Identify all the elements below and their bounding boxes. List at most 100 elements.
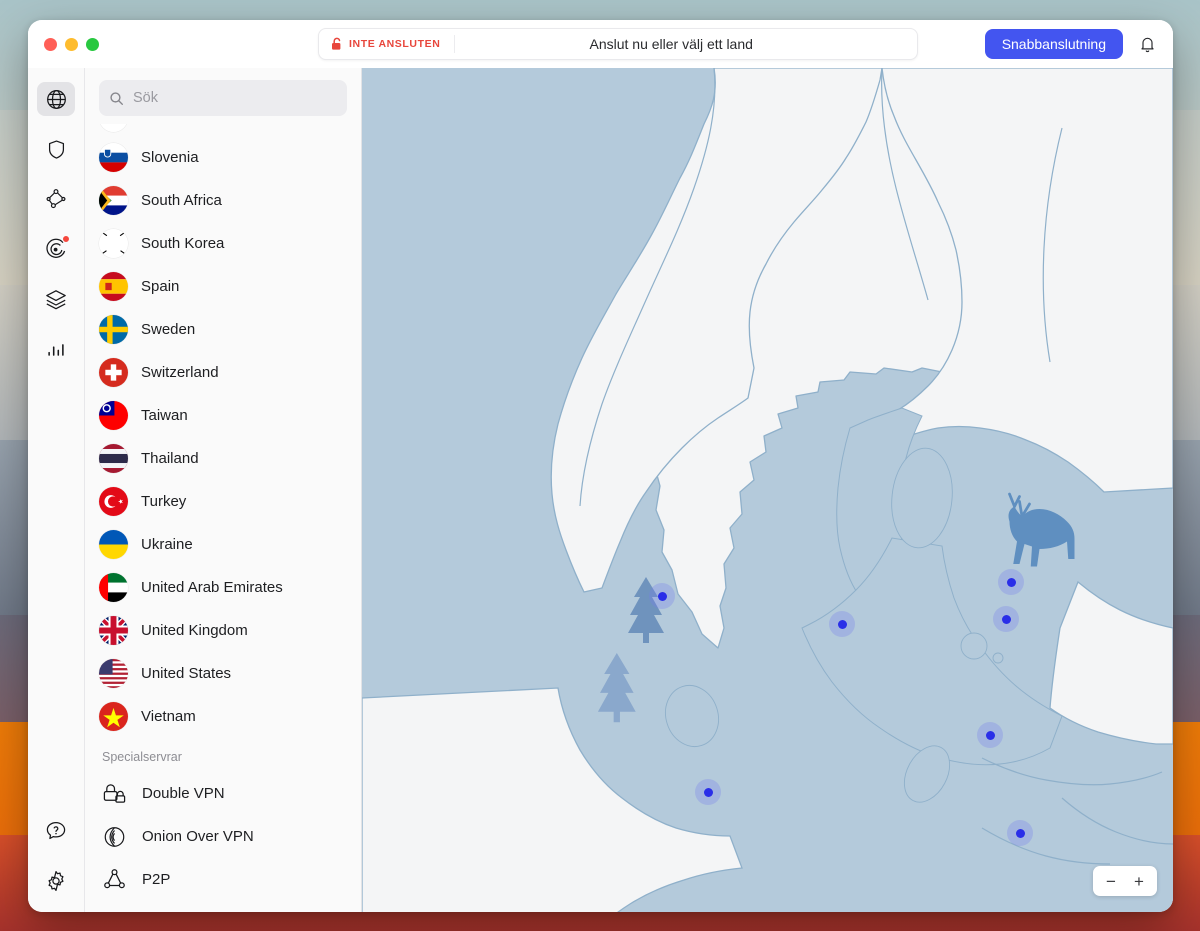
special-server-label: Onion Over VPN: [142, 828, 254, 845]
country-row-gb[interactable]: United Kingdom: [99, 609, 361, 652]
help-icon: [44, 819, 68, 843]
country-rows: Slovenia South Africa South Korea Spain Swed…: [99, 136, 361, 738]
sidebar: Slovenia South Africa South Korea Spain Swed…: [85, 68, 362, 912]
rail-item-help[interactable]: [37, 814, 75, 848]
notifications-button[interactable]: [1133, 30, 1161, 58]
special-servers-title: Specialservrar: [102, 750, 182, 764]
double-lock-icon: [101, 780, 128, 807]
rail-item-settings[interactable]: [37, 864, 75, 898]
search-icon: [109, 91, 124, 106]
server-marker[interactable]: [649, 583, 675, 609]
flag-tw: [99, 401, 128, 430]
special-server-rows: Double VPN Onion Over VPN P2P: [99, 772, 361, 901]
close-button[interactable]: [44, 37, 57, 51]
country-row-th[interactable]: Thailand: [99, 437, 361, 480]
search-input[interactable]: [133, 90, 337, 106]
rail-item-statistics[interactable]: [37, 332, 75, 366]
app-window: INTE ANSLUTEN Anslut nu eller välj ett l…: [28, 20, 1173, 912]
country-row-tw[interactable]: Taiwan: [99, 394, 361, 437]
minimize-button[interactable]: [65, 37, 78, 51]
search-container: [85, 68, 361, 124]
connection-status-bar: INTE ANSLUTEN Anslut nu eller välj ett l…: [318, 28, 918, 60]
zoom-in-button[interactable]: +: [1125, 867, 1153, 895]
server-marker[interactable]: [998, 569, 1024, 595]
country-list[interactable]: Slovenia South Africa South Korea Spain Swed…: [85, 124, 361, 912]
country-row-ch[interactable]: Switzerland: [99, 351, 361, 394]
flag-tr: [99, 487, 128, 516]
zoom-out-button[interactable]: −: [1097, 867, 1125, 895]
server-marker[interactable]: [1007, 820, 1033, 846]
special-server-row[interactable]: Double VPN: [99, 772, 361, 815]
server-marker-dot: [657, 591, 667, 601]
country-row-za[interactable]: South Africa: [99, 179, 361, 222]
title-bar: INTE ANSLUTEN Anslut nu eller välj ett l…: [28, 20, 1173, 68]
special-server-label: Double VPN: [142, 785, 225, 802]
status-text: INTE ANSLUTEN: [349, 38, 441, 50]
country-label: Ukraine: [141, 536, 193, 553]
quick-connect-button[interactable]: Snabbanslutning: [984, 29, 1123, 59]
country-row-es[interactable]: Spain: [99, 265, 361, 308]
map-zoom-controls: − +: [1093, 866, 1157, 896]
onion-icon: [101, 823, 128, 850]
country-label: United States: [141, 665, 232, 682]
country-row-tr[interactable]: Turkey: [99, 480, 361, 523]
search-box[interactable]: [99, 80, 347, 116]
country-label: United Kingdom: [141, 622, 248, 639]
server-marker[interactable]: [695, 779, 721, 805]
bar-chart-icon: [45, 338, 67, 360]
window-body: Slovenia South Africa South Korea Spain Swed…: [28, 68, 1173, 912]
server-marker[interactable]: [993, 606, 1019, 632]
globe-icon: [45, 88, 68, 111]
server-marker-dot: [1015, 828, 1025, 838]
flag-es: [99, 272, 128, 301]
list-item-partial[interactable]: [99, 124, 361, 136]
p2p-nodes-icon: [101, 866, 128, 893]
special-server-row[interactable]: Onion Over VPN: [99, 815, 361, 858]
flag-ae: [99, 573, 128, 602]
country-row-ae[interactable]: United Arab Emirates: [99, 566, 361, 609]
mesh-nodes-icon: [44, 187, 68, 211]
server-marker[interactable]: [977, 722, 1003, 748]
bell-icon: [1139, 35, 1156, 53]
country-label: Spain: [141, 278, 180, 295]
flag-th: [99, 444, 128, 473]
rail-item-globe[interactable]: [37, 82, 75, 116]
unlocked-lock-icon: [331, 37, 343, 51]
flag-us: [99, 659, 128, 688]
server-marker-dot: [1006, 577, 1016, 587]
country-label: South Korea: [141, 235, 225, 252]
flag-kr: [99, 229, 128, 258]
layers-icon: [44, 287, 68, 311]
maximize-button[interactable]: [86, 37, 99, 51]
country-row-ua[interactable]: Ukraine: [99, 523, 361, 566]
country-row-kr[interactable]: South Korea: [99, 222, 361, 265]
server-marker-dot: [1001, 614, 1011, 624]
traffic-lights: [44, 37, 99, 51]
flag-se: [99, 315, 128, 344]
country-row-si[interactable]: Slovenia: [99, 136, 361, 179]
country-label: United Arab Emirates: [141, 579, 283, 596]
country-row-us[interactable]: United States: [99, 652, 361, 695]
flag-vn: [99, 702, 128, 731]
rail-item-threat-protection[interactable]: [37, 132, 75, 166]
country-label: South Africa: [141, 192, 222, 209]
server-marker-dot: [703, 787, 713, 797]
special-server-row[interactable]: P2P: [99, 858, 361, 901]
navigation-rail: [28, 68, 85, 912]
rail-item-scanner[interactable]: [37, 232, 75, 266]
country-label: Sweden: [141, 321, 196, 338]
country-label: Vietnam: [141, 708, 196, 725]
country-label: Slovenia: [141, 149, 199, 166]
server-marker[interactable]: [829, 611, 855, 637]
rail-item-meshnet[interactable]: [37, 182, 75, 216]
settings-gear-icon: [44, 869, 68, 893]
rail-item-dedicated-ip[interactable]: [37, 282, 75, 316]
country-row-se[interactable]: Sweden: [99, 308, 361, 351]
shield-icon: [45, 138, 68, 161]
flag-za: [99, 186, 128, 215]
server-marker-dot: [985, 730, 995, 740]
world-map[interactable]: − +: [362, 68, 1173, 912]
country-row-vn[interactable]: Vietnam: [99, 695, 361, 738]
server-marker-dot: [837, 619, 847, 629]
country-label: Switzerland: [141, 364, 219, 381]
